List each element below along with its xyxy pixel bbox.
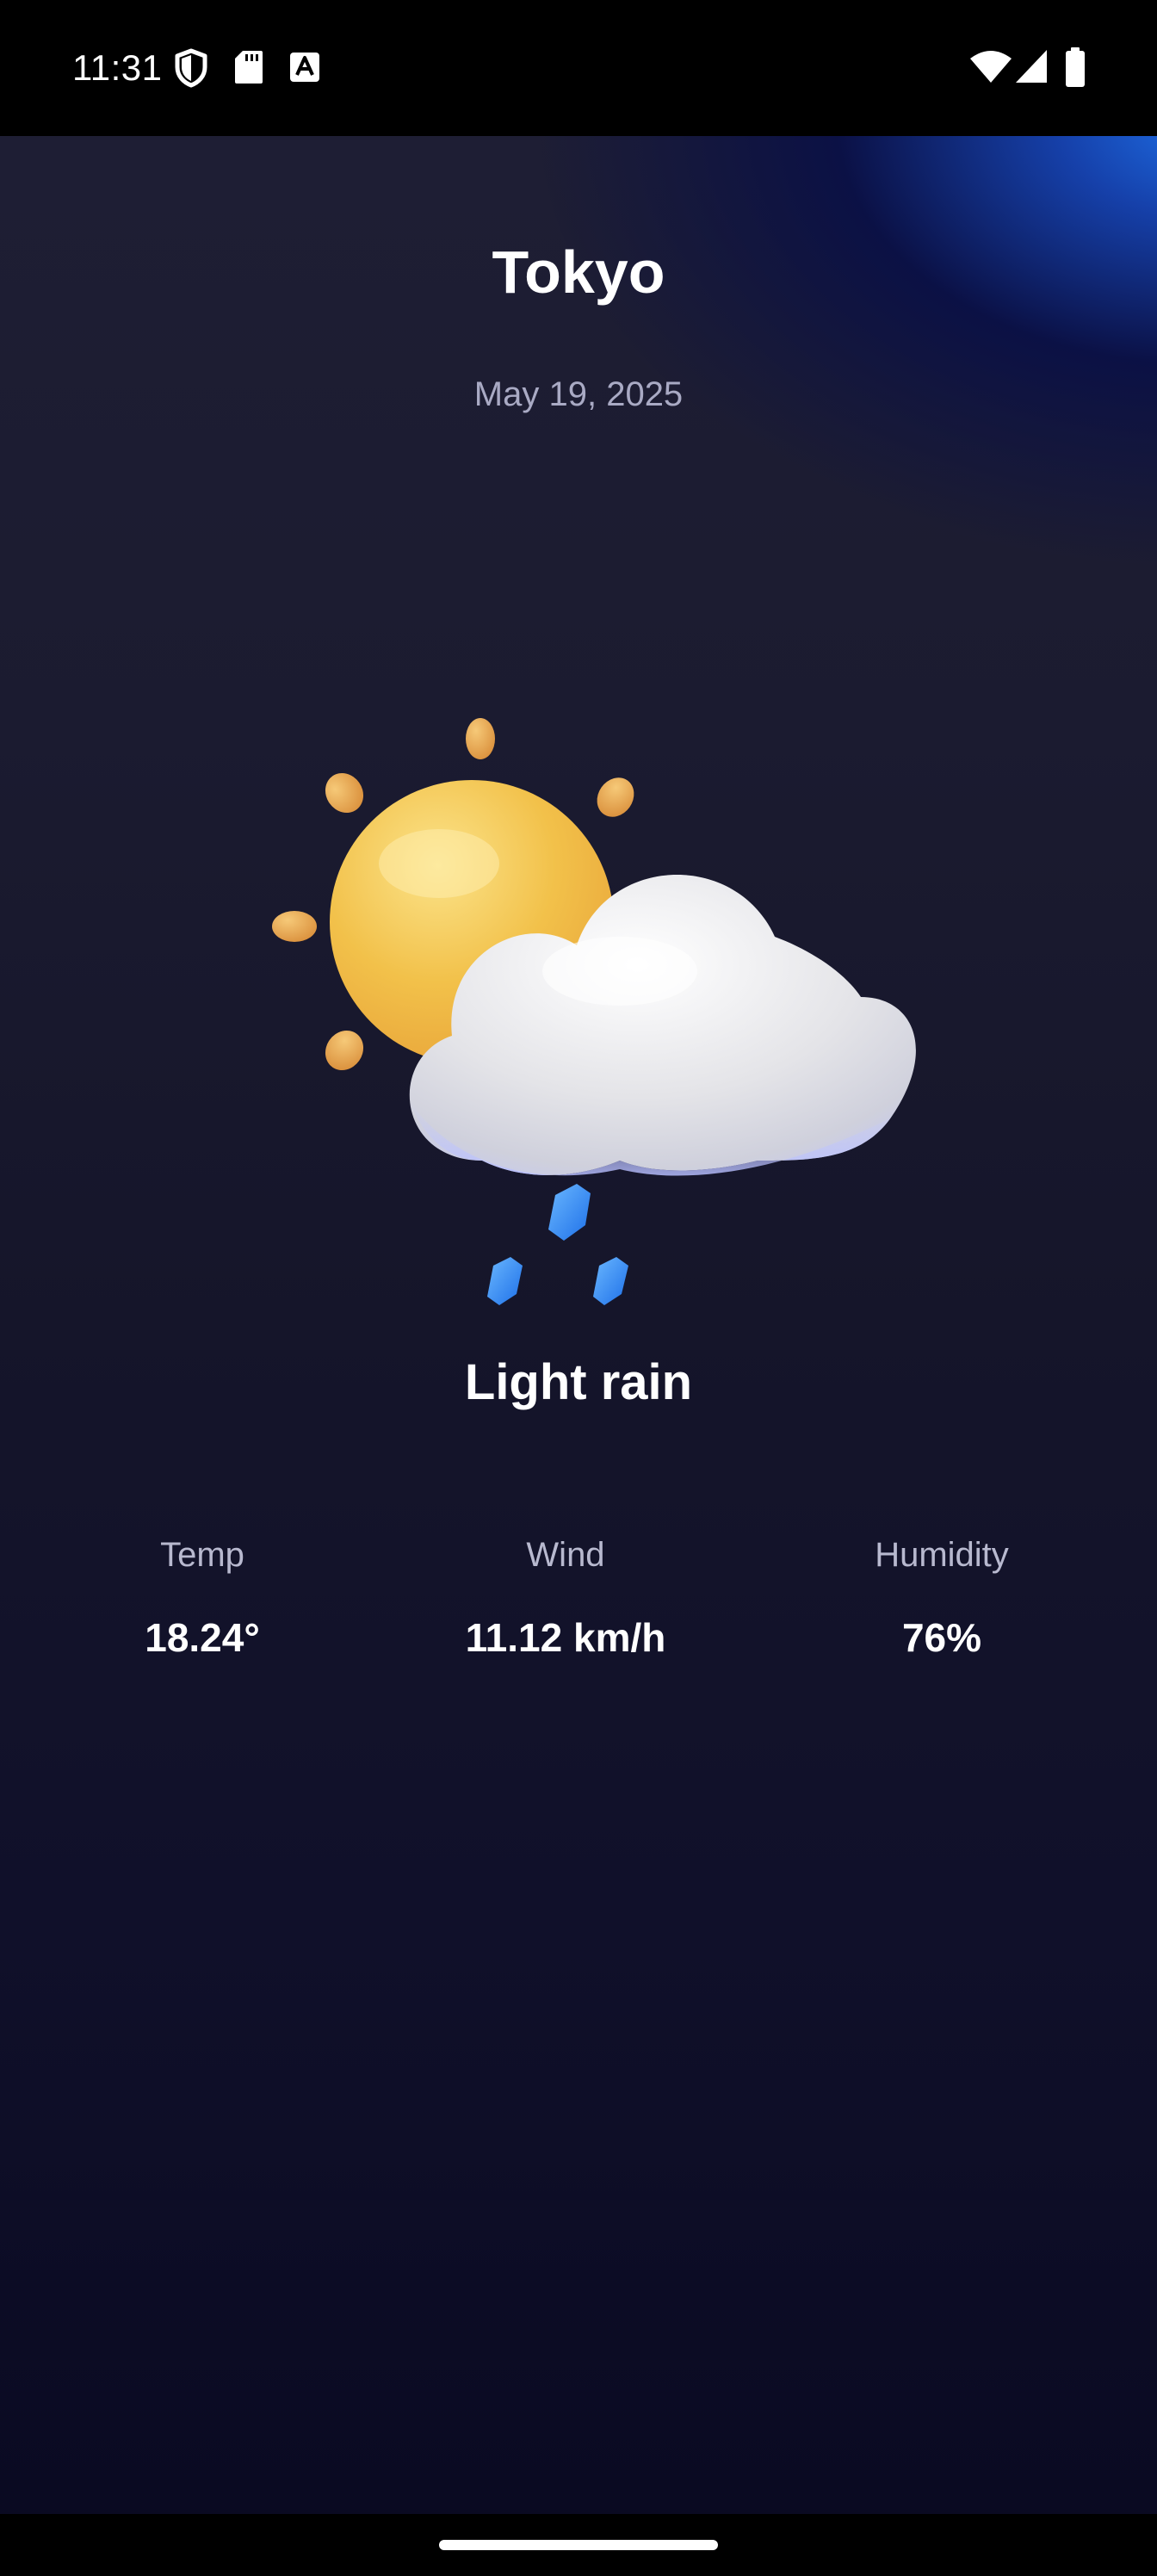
shield-icon (175, 48, 207, 88)
stat-value: 76% (901, 1615, 982, 1660)
battery-icon (1066, 47, 1085, 87)
stat-humidity: Humidity 76% (761, 1531, 1123, 1663)
current-date: May 19, 2025 (473, 375, 684, 413)
stat-label: Temp (160, 1536, 244, 1574)
status-bar: 11:31 (0, 0, 1157, 136)
cellular-signal-icon (1016, 50, 1047, 83)
stat-value: 18.24° (145, 1615, 260, 1660)
stat-value: 11.12 km/h (465, 1615, 666, 1660)
stat-temp: Temp 18.24° (22, 1531, 383, 1663)
weather-screen: Tokyo May 19, 2025 Light rain Temp 18.24… (0, 136, 1157, 2514)
sun-cloud-rain-icon (272, 718, 916, 1305)
weather-condition: Light rain (464, 1354, 693, 1410)
city-name: Tokyo (492, 238, 665, 306)
phone-screen: 11:31 Tokyo May 19, 2025 Light rain Temp… (0, 0, 1157, 2576)
stat-label: Wind (526, 1536, 605, 1574)
text-a-icon (290, 53, 319, 82)
sd-card-icon (235, 51, 263, 84)
stat-wind: Wind 11.12 km/h (385, 1531, 746, 1663)
stat-label: Humidity (875, 1536, 1009, 1574)
rain-drops (487, 1184, 628, 1305)
home-indicator[interactable] (439, 2540, 718, 2550)
wifi-icon (970, 51, 1012, 83)
status-time: 11:31 (72, 47, 163, 88)
